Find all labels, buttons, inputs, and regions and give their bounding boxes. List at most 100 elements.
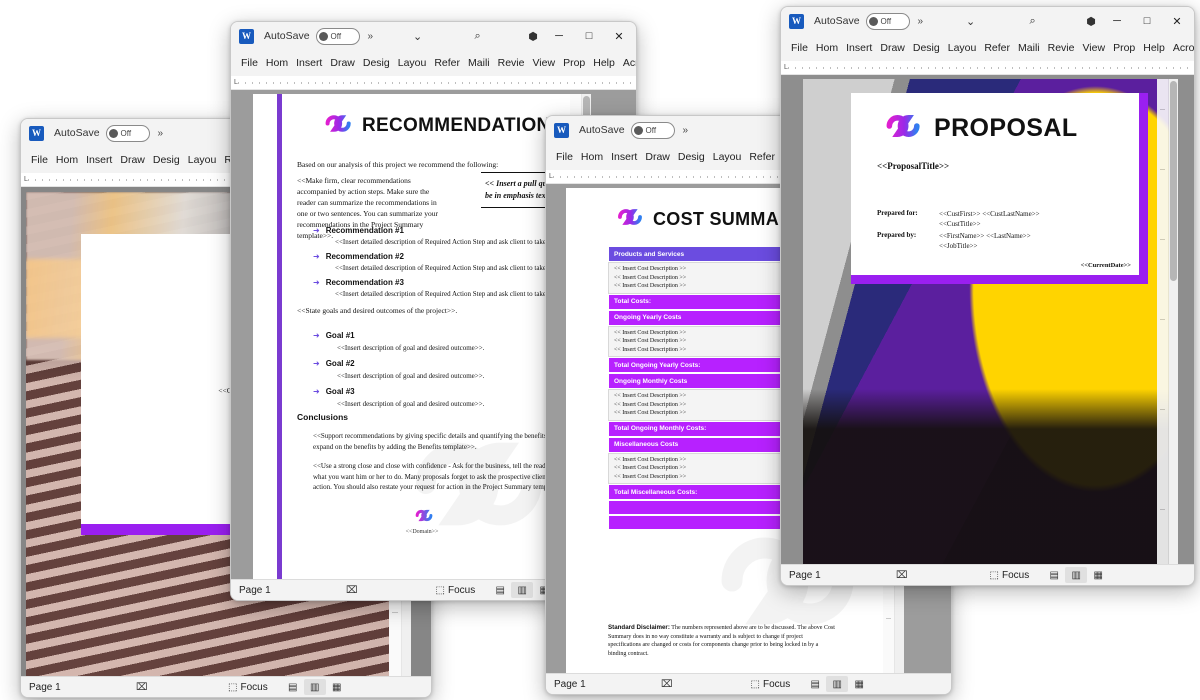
word-logo-icon: W: [239, 28, 254, 44]
tab-help[interactable]: Help: [1139, 40, 1169, 56]
overflow-chevron-icon[interactable]: »: [683, 125, 689, 136]
minimize-button[interactable]: ─: [1102, 8, 1132, 34]
cost-item: << Insert Cost Description >>: [614, 410, 687, 416]
footer-domain: <<Domain>>: [405, 529, 439, 535]
print-layout-icon[interactable]: ▥: [511, 582, 534, 598]
autosave-toggle[interactable]: Off: [315, 27, 360, 45]
read-mode-icon[interactable]: ▤: [282, 679, 304, 695]
tab-file[interactable]: File: [552, 149, 577, 165]
cost-item: << Insert Cost Description >>: [614, 465, 687, 471]
read-mode-icon[interactable]: ▤: [804, 676, 826, 692]
tab-view[interactable]: View: [1078, 40, 1109, 56]
accessibility-checker-icon[interactable]: ⌧: [891, 567, 913, 583]
read-mode-icon[interactable]: ▤: [489, 582, 511, 598]
tab-references[interactable]: Refer: [980, 40, 1014, 56]
tab-design[interactable]: Desig: [909, 40, 944, 56]
ruler-corner-icon: L: [234, 79, 238, 86]
tab-file[interactable]: File: [237, 55, 262, 71]
status-bar: Page 1 ⌧ ⬚ Focus ▤ ▥ ▦: [21, 676, 431, 697]
tab-insert[interactable]: Insert: [607, 149, 641, 165]
tab-layout[interactable]: Layou: [709, 149, 746, 165]
overflow-chevron-icon[interactable]: »: [368, 31, 374, 42]
tab-draw[interactable]: Draw: [641, 149, 674, 165]
tab-review[interactable]: Revie: [494, 55, 529, 71]
tab-references[interactable]: Refer: [430, 55, 464, 71]
autosave-label: AutoSave: [264, 30, 310, 42]
tab-file[interactable]: File: [787, 40, 812, 56]
maximize-button[interactable]: □: [1132, 8, 1162, 34]
tab-proposal[interactable]: Prop: [559, 55, 589, 71]
tab-draw[interactable]: Draw: [876, 40, 909, 56]
toggle-knob: [108, 128, 118, 138]
accessibility-checker-icon[interactable]: ⌧: [656, 676, 678, 692]
page-indicator[interactable]: Page 1: [554, 679, 586, 690]
tab-view[interactable]: View: [528, 55, 559, 71]
tab-references[interactable]: Refer: [745, 149, 779, 165]
page-indicator[interactable]: Page 1: [789, 570, 821, 581]
tab-acrobat[interactable]: Acrob: [619, 55, 636, 71]
ribbon-collapse-chevron-icon[interactable]: ⌄: [960, 10, 982, 32]
minimize-button[interactable]: ─: [544, 23, 574, 49]
tab-help[interactable]: Help: [589, 55, 619, 71]
focus-mode-button[interactable]: ⬚ Focus: [436, 585, 476, 596]
word-window-proposal[interactable]: W AutoSave Off » ⌄ ⌕ ⬢ ─ □ ✕ File Hom In…: [780, 6, 1195, 586]
focus-mode-button[interactable]: ⬚ Focus: [751, 679, 791, 690]
tab-draw[interactable]: Draw: [326, 55, 359, 71]
tab-home[interactable]: Hom: [262, 55, 292, 71]
status-bar: Page 1 ⌧ ⬚ Focus ▤ ▥ ▦: [781, 564, 1194, 585]
tab-layout[interactable]: Layou: [394, 55, 431, 71]
tab-review[interactable]: Revie: [1044, 40, 1079, 56]
page-heading: RECOMMENDATIONS: [362, 115, 564, 136]
print-layout-icon[interactable]: ▥: [1065, 567, 1088, 583]
tab-draw[interactable]: Draw: [116, 152, 149, 168]
tab-design[interactable]: Desig: [149, 152, 184, 168]
tab-home[interactable]: Hom: [52, 152, 82, 168]
tab-home[interactable]: Hom: [812, 40, 842, 56]
vertical-scrollbar[interactable]: [1169, 79, 1178, 564]
close-button[interactable]: ✕: [604, 23, 634, 49]
web-layout-icon[interactable]: ▦: [326, 679, 348, 695]
accessibility-checker-icon[interactable]: ⌧: [131, 679, 153, 695]
page-indicator[interactable]: Page 1: [29, 682, 61, 693]
tab-insert[interactable]: Insert: [292, 55, 326, 71]
tab-mailings[interactable]: Maili: [464, 55, 494, 71]
accessibility-checker-icon[interactable]: ⌧: [341, 582, 363, 598]
ribbon-tabs[interactable]: File Hom Insert Draw Desig Layou Refer M…: [781, 35, 1194, 61]
read-mode-icon[interactable]: ▤: [1043, 567, 1065, 583]
overflow-chevron-icon[interactable]: »: [158, 128, 164, 139]
recommendation-title: Recommendation #2: [325, 252, 404, 261]
account-diamond-icon[interactable]: ⬢: [1080, 10, 1102, 32]
autosave-state: Off: [880, 16, 892, 26]
tab-design[interactable]: Desig: [359, 55, 394, 71]
tab-file[interactable]: File: [27, 152, 52, 168]
ribbon-tabs[interactable]: File Hom Insert Draw Desig Layou Refer M…: [231, 50, 636, 76]
tab-design[interactable]: Desig: [674, 149, 709, 165]
tab-insert[interactable]: Insert: [82, 152, 116, 168]
word-logo-icon: W: [554, 122, 569, 138]
tab-layout[interactable]: Layou: [944, 40, 981, 56]
print-layout-icon[interactable]: ▥: [826, 676, 849, 692]
account-diamond-icon[interactable]: ⬢: [522, 25, 544, 47]
focus-mode-button[interactable]: ⬚ Focus: [990, 570, 1030, 581]
autosave-toggle[interactable]: Off: [865, 12, 910, 30]
page-indicator[interactable]: Page 1: [239, 585, 271, 596]
tab-mailings[interactable]: Maili: [1014, 40, 1044, 56]
overflow-chevron-icon[interactable]: »: [918, 16, 924, 27]
autosave-toggle[interactable]: Off: [630, 121, 675, 139]
ribbon-collapse-chevron-icon[interactable]: ⌄: [407, 25, 429, 47]
web-layout-icon[interactable]: ▦: [1087, 567, 1109, 583]
web-layout-icon[interactable]: ▦: [848, 676, 870, 692]
print-layout-icon[interactable]: ▥: [303, 679, 326, 695]
autosave-toggle[interactable]: Off: [105, 124, 150, 142]
tab-proposal[interactable]: Prop: [1109, 40, 1139, 56]
focus-mode-button[interactable]: ⬚ Focus: [228, 682, 268, 693]
search-icon[interactable]: ⌕: [467, 25, 489, 47]
tab-insert[interactable]: Insert: [842, 40, 876, 56]
tab-home[interactable]: Hom: [577, 149, 607, 165]
tab-acrobat[interactable]: Acrob: [1169, 40, 1194, 56]
close-button[interactable]: ✕: [1162, 8, 1192, 34]
search-icon[interactable]: ⌕: [1022, 10, 1044, 32]
tab-layout[interactable]: Layou: [184, 152, 221, 168]
maximize-button[interactable]: □: [574, 23, 604, 49]
goals-intro: <<State goals and desired outcomes of th…: [297, 306, 458, 315]
